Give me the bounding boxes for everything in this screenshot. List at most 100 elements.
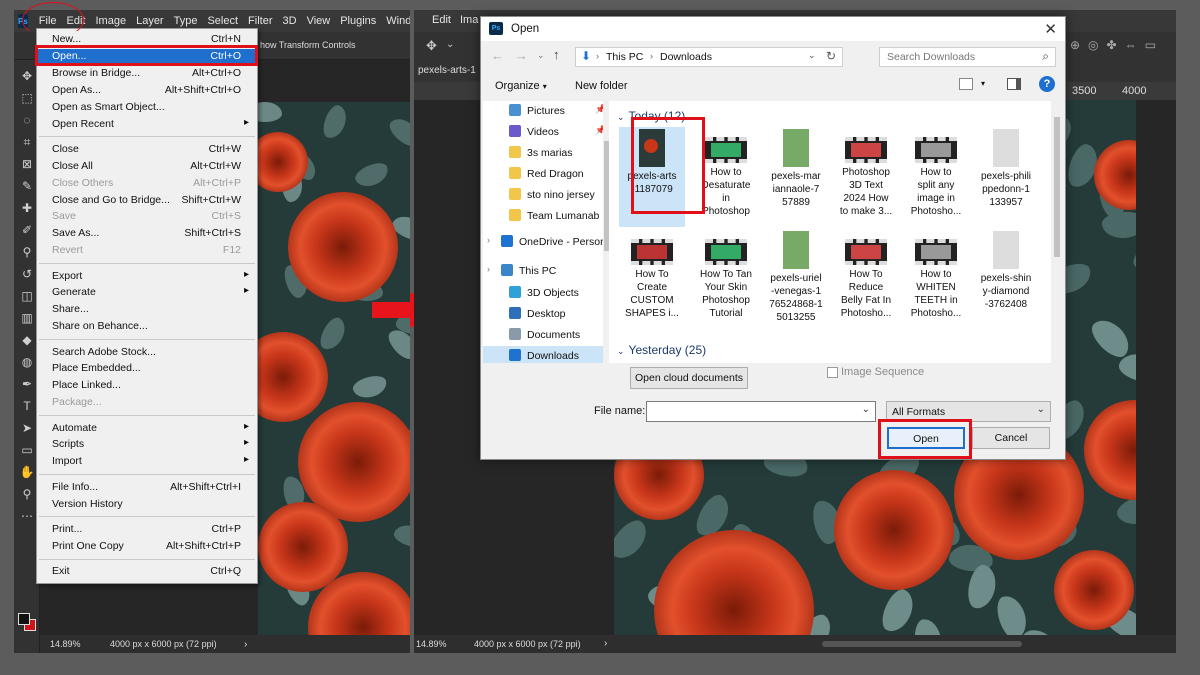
back-arrow-icon[interactable]: ← (491, 48, 504, 63)
file-item[interactable]: pexels-mar iannaole-7 57889 (763, 127, 829, 227)
close-icon[interactable]: ✕ (1044, 20, 1057, 38)
brush-tool-icon[interactable]: ✐ (19, 222, 35, 238)
file-item[interactable]: Photoshop 3D Text 2024 How to make 3... (833, 127, 899, 227)
preview-pane-icon[interactable] (1007, 78, 1021, 90)
file-name-input[interactable]: ⌄ (646, 401, 876, 422)
file-item[interactable]: pexels-shin y-diamond -3762408 (973, 229, 1039, 329)
file-menu-item-browse-in-bridge[interactable]: Browse in Bridge... Alt+Ctrl+O (37, 66, 257, 82)
healing-tool-icon[interactable]: ✚ (19, 200, 35, 216)
refresh-icon[interactable]: ↻ (826, 49, 836, 63)
nav-item-team-lumanab[interactable]: Team Lumanab (483, 206, 607, 226)
menu-type[interactable]: Type (169, 15, 203, 27)
cancel-button[interactable]: Cancel (972, 427, 1050, 449)
address-bar[interactable]: ⬇ › This PC › Downloads ⌄ ↻ (575, 47, 843, 67)
dropdown-icon[interactable]: ⌄ (446, 39, 454, 50)
menu-window[interactable]: Window (381, 15, 410, 27)
file-menu-item-scripts[interactable]: Scripts ▸ (37, 437, 257, 453)
pen-tool-icon[interactable]: ✒ (19, 376, 35, 392)
foreground-color-swatch[interactable] (18, 613, 30, 625)
up-arrow-icon[interactable]: ↑ (553, 47, 560, 62)
shape-tool-icon[interactable]: ▭ (19, 442, 35, 458)
file-menu-item-close-others[interactable]: Close Others Alt+Ctrl+P (37, 176, 257, 192)
file-menu-item-exit[interactable]: Exit Ctrl+Q (37, 564, 257, 580)
menu-plugins[interactable]: Plugins (335, 15, 381, 27)
file-menu-item-save-as[interactable]: Save As... Shift+Ctrl+S (37, 226, 257, 242)
file-menu-item-version-history[interactable]: Version History (37, 497, 257, 513)
file-item[interactable]: pexels-uriel -venegas-1 76524868-1 50132… (763, 229, 829, 329)
status-chevron-icon[interactable]: › (244, 639, 247, 650)
breadcrumb-downloads[interactable]: Downloads (660, 51, 712, 63)
history-brush-icon[interactable]: ↺ (19, 266, 35, 282)
file-menu-item-save[interactable]: Save Ctrl+S (37, 209, 257, 225)
menu-filter[interactable]: Filter (243, 15, 277, 27)
eraser-tool-icon[interactable]: ◫ (19, 288, 35, 304)
menu-image[interactable]: Ima (460, 14, 478, 26)
frame-tool-icon[interactable]: ⊠ (19, 156, 35, 172)
forward-arrow-icon[interactable]: → (515, 48, 528, 63)
lasso-tool-icon[interactable]: ◌ (19, 112, 35, 128)
dodge-tool-icon[interactable]: ◍ (19, 354, 35, 370)
hand-tool-icon[interactable]: ✋ (19, 464, 35, 480)
file-menu-item-open-as-smart-object[interactable]: Open as Smart Object... (37, 100, 257, 116)
file-menu-item-place-linked[interactable]: Place Linked... (37, 378, 257, 394)
view-dropdown-icon[interactable]: ▾ (981, 79, 985, 88)
gradient-tool-icon[interactable]: ▥ (19, 310, 35, 326)
file-item[interactable]: How to WHITEN TEETH in Photosho... (903, 229, 969, 329)
nav-item-sto-nino-jersey[interactable]: sto nino jersey (483, 185, 607, 205)
nav-item-this-pc[interactable]: This PC › (483, 261, 607, 281)
file-item[interactable]: How To Create CUSTOM SHAPES i... (619, 229, 685, 329)
type-tool-icon[interactable]: T (19, 398, 35, 414)
file-name-dropdown-icon[interactable]: ⌄ (862, 404, 870, 415)
image-sequence-checkbox[interactable] (827, 367, 838, 378)
open-cloud-documents-button[interactable]: Open cloud documents (630, 367, 748, 389)
file-menu-item-share-on-behance[interactable]: Share on Behance... (37, 319, 257, 335)
expand-chevron-icon[interactable]: › (487, 264, 490, 274)
file-menu-item-search-adobe-stock[interactable]: Search Adobe Stock... (37, 345, 257, 361)
crop-tool-icon[interactable]: ⌗ (19, 134, 35, 150)
group-header-yesterday[interactable]: ⌄ Yesterday (25) (617, 343, 706, 357)
path-select-icon[interactable]: ➤ (19, 420, 35, 436)
breadcrumb-this-pc[interactable]: This PC (606, 51, 643, 63)
search-input[interactable]: Search Downloads ⌕ (879, 47, 1056, 67)
search-icon[interactable]: ⌕ (1042, 49, 1049, 64)
organize-button[interactable]: Organize ▾ (495, 80, 547, 92)
menu-view[interactable]: View (302, 15, 336, 27)
move-tool-icon[interactable]: ✥ (426, 38, 437, 54)
move-tool-icon[interactable]: ✥ (19, 68, 35, 84)
nav-item-3d-objects[interactable]: 3D Objects (483, 283, 607, 303)
expand-chevron-icon[interactable]: › (487, 235, 490, 245)
menu-select[interactable]: Select (202, 15, 243, 27)
document-tab[interactable]: pexels-arts-1 (418, 65, 476, 76)
file-menu-item-automate[interactable]: Automate ▸ (37, 421, 257, 437)
status-chevron-right-icon[interactable]: › (604, 638, 607, 649)
more-tools-icon[interactable]: ⋯ (19, 508, 35, 524)
horizontal-scrollbar[interactable] (822, 641, 1022, 647)
menu-layer[interactable]: Layer (131, 15, 169, 27)
help-icon[interactable]: ? (1039, 76, 1055, 92)
file-menu-item-share[interactable]: Share... (37, 302, 257, 318)
zoom-tool-icon[interactable]: ⚲ (19, 486, 35, 502)
file-menu-item-close-and-go-to-bridge[interactable]: Close and Go to Bridge... Shift+Ctrl+W (37, 193, 257, 209)
file-menu-item-import[interactable]: Import ▸ (37, 454, 257, 470)
menu-3d[interactable]: 3D (278, 15, 302, 27)
view-options-icon[interactable] (959, 78, 973, 90)
zoom-level[interactable]: 14.89% (50, 639, 81, 649)
nav-item-onedrive-persor[interactable]: OneDrive - Persor › (483, 232, 607, 252)
nav-item-3s-marias[interactable]: 3s marias (483, 143, 607, 163)
nav-item-red-dragon[interactable]: Red Dragon (483, 164, 607, 184)
recent-chevron-icon[interactable]: ⌄ (537, 50, 545, 61)
file-menu-item-generate[interactable]: Generate ▸ (37, 285, 257, 301)
stamp-tool-icon[interactable]: ⚲ (19, 244, 35, 260)
file-item[interactable]: pexels-phili ppedonn-1 133957 (973, 127, 1039, 227)
3d-mode-icons[interactable]: ⊕◎✤⇔▭ (1070, 38, 1164, 52)
file-menu-item-close-all[interactable]: Close All Alt+Ctrl+W (37, 159, 257, 175)
marquee-tool-icon[interactable]: ⬚ (19, 90, 35, 106)
nav-item-videos[interactable]: Videos 📌 (483, 122, 607, 142)
zoom-level-right[interactable]: 14.89% (416, 639, 447, 649)
menu-edit[interactable]: Edit (432, 14, 451, 26)
file-menu-item-open-as[interactable]: Open As... Alt+Shift+Ctrl+O (37, 83, 257, 99)
nav-item-desktop[interactable]: Desktop (483, 304, 607, 324)
new-folder-button[interactable]: New folder (575, 80, 628, 92)
file-item[interactable]: How To Tan Your Skin Photoshop Tutorial (693, 229, 759, 329)
address-dropdown-icon[interactable]: ⌄ (808, 50, 816, 61)
